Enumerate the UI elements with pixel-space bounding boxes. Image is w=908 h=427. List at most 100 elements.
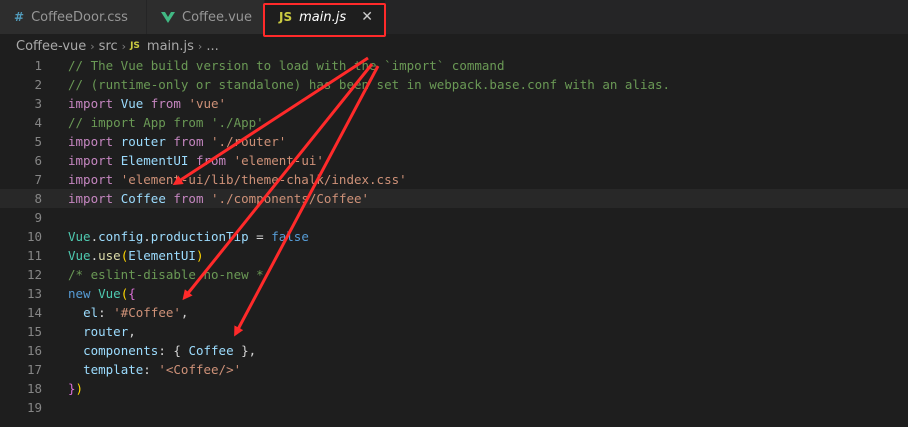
code-token: 'element-ui'	[233, 153, 324, 168]
code-token: el	[83, 305, 99, 320]
code-text: components: { Coffee },	[68, 341, 256, 360]
code-token: :	[98, 305, 114, 320]
code-token: from	[195, 153, 227, 168]
code-line[interactable]: 18})	[0, 379, 908, 398]
code-text: // The Vue build version to load with th…	[68, 56, 505, 75]
breadcrumb: Coffee-vue › src › JS main.js › ...	[16, 36, 219, 56]
line-number: 8	[34, 191, 42, 206]
code-token: }	[68, 381, 76, 396]
code-token: import	[68, 96, 114, 111]
code-text: /* eslint-disable no-new */	[68, 265, 271, 284]
code-token: : {	[158, 343, 189, 358]
code-line[interactable]: 14 el: '#Coffee',	[0, 303, 908, 322]
code-line[interactable]: 15 router,	[0, 322, 908, 341]
line-number: 12	[26, 267, 42, 282]
code-token: ,	[180, 305, 189, 320]
code-token: )	[195, 248, 204, 263]
code-text: el: '#Coffee',	[68, 303, 188, 322]
code-line[interactable]: 13 new Vue({	[0, 284, 908, 303]
code-token: Coffee	[188, 343, 234, 358]
breadcrumb-item-file[interactable]: main.js	[147, 39, 194, 54]
line-number: 19	[26, 400, 42, 415]
code-token: productionTip	[150, 229, 249, 244]
line-number: 5	[34, 134, 42, 149]
code-line[interactable]: 11 Vue.use(ElementUI)	[0, 246, 908, 265]
breadcrumb-item-project[interactable]: Coffee-vue	[16, 39, 86, 54]
code-line[interactable]: 6 import ElementUI from 'element-ui'	[0, 151, 908, 170]
code-line[interactable]: 7 import 'element-ui/lib/theme-chalk/inde…	[0, 170, 908, 189]
code-text: // (runtime-only or standalone) has been…	[68, 75, 670, 94]
tab-label: Coffee.vue	[182, 9, 253, 25]
code-token: import	[68, 134, 114, 149]
tab-coffee-vue[interactable]: Coffee.vue	[147, 0, 265, 34]
tab-label: CoffeeDoor.css	[31, 9, 128, 25]
tab-coffeedoor-css[interactable]: # CoffeeDoor.css	[0, 0, 147, 34]
code-text: import Coffee from './components/Coffee'	[68, 189, 369, 208]
breadcrumb-item-src[interactable]: src	[99, 39, 118, 54]
breadcrumb-item-symbols[interactable]: ...	[206, 39, 218, 54]
code-token: from	[150, 96, 181, 111]
code-text: import ElementUI from 'element-ui'	[68, 151, 324, 170]
code-text: import 'element-ui/lib/theme-chalk/index…	[68, 170, 407, 189]
chevron-right-icon: ›	[90, 39, 95, 53]
code-line[interactable]: 8 import Coffee from './components/Coffee…	[0, 189, 908, 208]
code-token: =	[248, 229, 272, 244]
code-token: Vue	[68, 248, 91, 263]
line-number: 1	[34, 58, 42, 73]
code-token: .	[90, 248, 99, 263]
code-token: './router'	[211, 134, 287, 149]
code-token: )	[75, 381, 84, 396]
code-line[interactable]: 1 // The Vue build version to load with t…	[0, 56, 908, 75]
code-text: })	[68, 379, 83, 398]
code-token: ,	[128, 324, 136, 339]
code-token: '<Coffee/>'	[158, 362, 242, 377]
code-token: import	[68, 191, 114, 206]
code-token: .	[143, 229, 151, 244]
line-number: 16	[26, 343, 42, 358]
code-token: ElementUI	[120, 153, 189, 168]
code-token: '#Coffee'	[113, 305, 181, 320]
code-token: ElementUI	[128, 248, 196, 263]
code-token: components	[83, 343, 159, 358]
code-line[interactable]: 10 Vue.config.productionTip = false	[0, 227, 908, 246]
code-token: import	[68, 153, 114, 168]
line-number: 17	[26, 362, 42, 377]
code-text: new Vue({	[68, 284, 136, 303]
code-token: 'element-ui/lib/theme-chalk/index.css'	[120, 172, 407, 187]
code-line[interactable]: 16 components: { Coffee },	[0, 341, 908, 360]
code-line[interactable]: 9	[0, 208, 908, 227]
code-token: .	[90, 229, 99, 244]
code-line[interactable]: 4 // import App from './App'	[0, 113, 908, 132]
code-token: Coffee	[120, 191, 166, 206]
line-number: 6	[34, 153, 42, 168]
code-line[interactable]: 17 template: '<Coffee/>'	[0, 360, 908, 379]
code-text: // import App from './App'	[68, 113, 264, 132]
code-line[interactable]: 5 import router from './router'	[0, 132, 908, 151]
code-line[interactable]: 2 // (runtime-only or standalone) has bee…	[0, 75, 908, 94]
code-token: // (runtime-only or standalone) has been…	[68, 77, 671, 92]
annotation-highlight-box	[263, 3, 386, 37]
code-line[interactable]: 12 /* eslint-disable no-new */	[0, 265, 908, 284]
line-number: 10	[26, 229, 42, 244]
code-token: new	[68, 286, 91, 301]
code-token: },	[233, 343, 257, 358]
code-token: import	[68, 172, 114, 187]
code-editor[interactable]: 1 // The Vue build version to load with t…	[0, 56, 908, 417]
code-line[interactable]: 19	[0, 398, 908, 417]
line-number: 11	[26, 248, 42, 263]
line-number: 13	[26, 286, 42, 301]
code-token: :	[143, 362, 159, 377]
line-number: 3	[34, 96, 42, 111]
code-token: Vue	[98, 286, 121, 301]
code-line[interactable]: 3 import Vue from 'vue'	[0, 94, 908, 113]
